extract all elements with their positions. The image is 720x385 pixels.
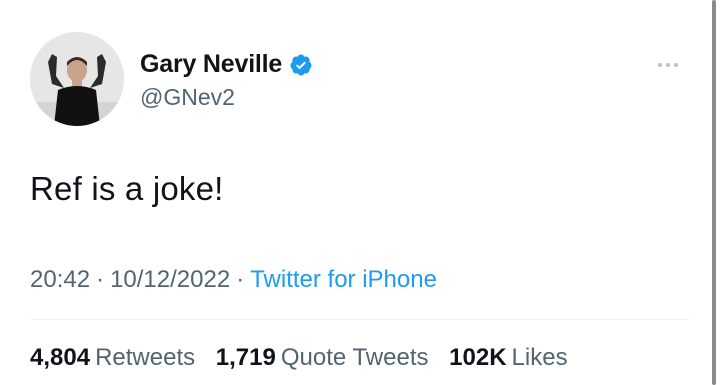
separator: ·: [96, 266, 105, 293]
likes-label: Likes: [511, 344, 568, 371]
dot: [674, 63, 678, 67]
dot: [658, 63, 662, 67]
author-name-row[interactable]: Gary Neville: [140, 50, 313, 79]
tweet-text: Ref is a joke!: [30, 170, 224, 207]
divider: [30, 319, 690, 320]
person-photo-icon: [30, 32, 124, 126]
avatar[interactable]: [30, 32, 124, 126]
dot: [666, 63, 670, 67]
likes-stat[interactable]: 102K Likes: [449, 344, 567, 372]
engagement-stats: 4,804 Retweets 1,719 Quote Tweets 102K Like…: [30, 344, 582, 372]
retweets-count: 4,804: [30, 344, 91, 371]
tweet-metadata: 20:42 · 10/12/2022 · Twitter for iPhone: [30, 266, 437, 294]
retweets-stat[interactable]: 4,804 Retweets: [30, 344, 195, 372]
quote-tweets-stat[interactable]: 1,719 Quote Tweets: [216, 344, 429, 372]
likes-count: 102K: [449, 344, 507, 371]
more-options-icon[interactable]: [658, 58, 688, 72]
user-handle[interactable]: @GNev2: [140, 84, 235, 111]
tweet-time[interactable]: 20:42: [30, 266, 90, 293]
quote-tweets-count: 1,719: [215, 344, 276, 371]
tweet-date[interactable]: 10/12/2022: [110, 266, 230, 293]
retweets-label: Retweets: [95, 344, 196, 371]
tweet-card: Gary Neville @GNev2 Ref is a joke! 20:42…: [0, 0, 720, 385]
scrollbar[interactable]: [712, 0, 716, 385]
tweet-source-link[interactable]: Twitter for iPhone: [250, 266, 437, 293]
separator: ·: [236, 266, 245, 293]
quote-tweets-label: Quote Tweets: [280, 344, 429, 371]
display-name[interactable]: Gary Neville: [140, 50, 282, 79]
verified-badge-icon: [289, 53, 313, 77]
